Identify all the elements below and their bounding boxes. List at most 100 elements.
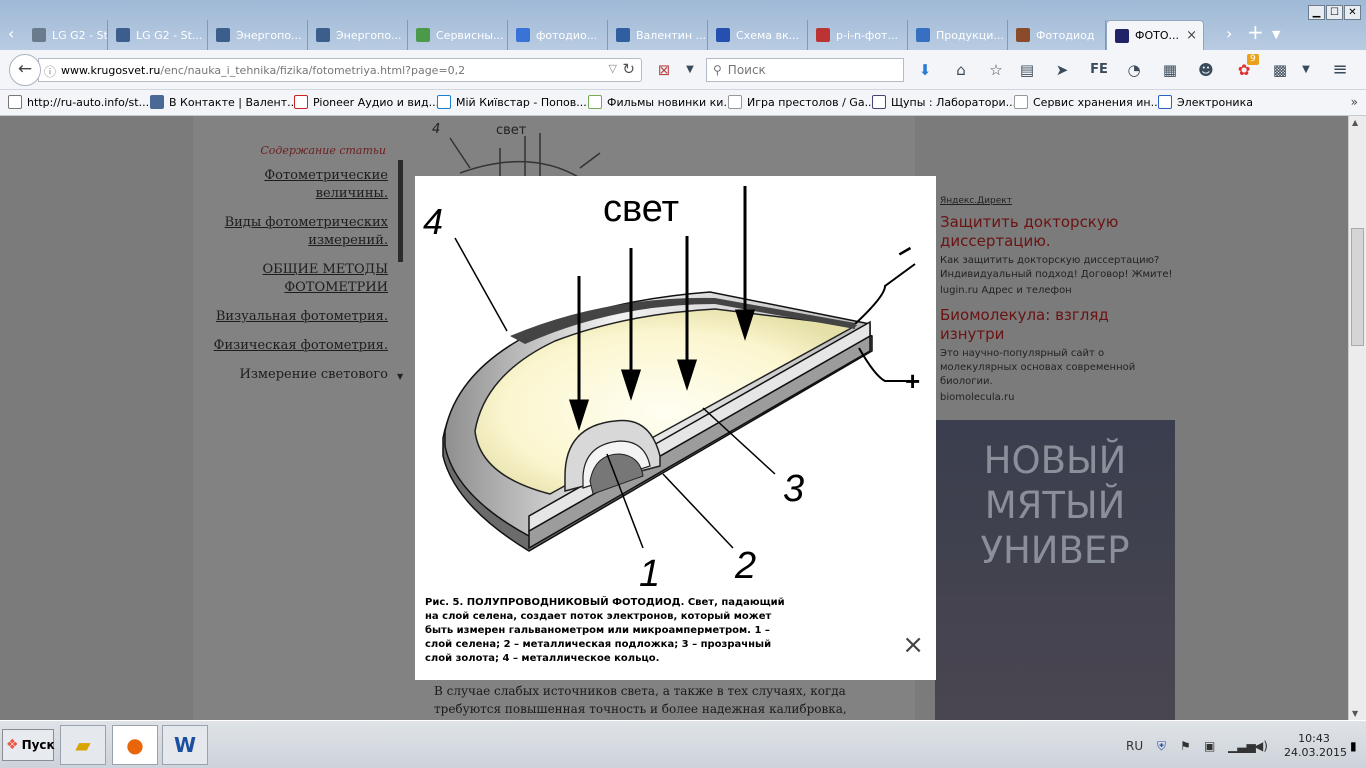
url-dropdown-icon[interactable]: ▽: [609, 62, 617, 75]
word-taskbar-button[interactable]: W: [162, 725, 208, 765]
toc-item[interactable]: Фотометрические величины.: [193, 167, 388, 203]
minimize-button[interactable]: ▁: [1308, 5, 1325, 20]
site-info-icon[interactable]: ⓘ: [44, 63, 56, 80]
bookmark-item[interactable]: В Контакте | Валент...: [150, 95, 298, 109]
page-scrollbar[interactable]: ▲ ▼: [1348, 116, 1366, 720]
toc-scrollbar[interactable]: [398, 160, 403, 262]
tabs-scroll-left-icon[interactable]: ‹: [8, 24, 14, 43]
four-icon: [116, 28, 130, 42]
ad-item[interactable]: Биомолекула: взгляд изнутри Это научно-по…: [935, 306, 1175, 403]
chat-icon[interactable]: ☻: [1196, 60, 1216, 80]
tab[interactable]: фотодио...: [508, 20, 608, 50]
ad-banner[interactable]: НОВЫЙ МЯТЫЙ УНИВЕР: [935, 420, 1175, 720]
send-icon[interactable]: ➤: [1052, 60, 1072, 80]
device-icon[interactable]: ▣: [1204, 739, 1215, 753]
clock[interactable]: 10:43 24.03.2015: [1284, 732, 1347, 760]
bookmark-star-icon[interactable]: ☆: [986, 60, 1006, 80]
tab-list-icon[interactable]: ▼: [1272, 28, 1280, 41]
toc-item[interactable]: Физическая фотометрия.: [193, 337, 388, 355]
fe-button[interactable]: FE: [1084, 60, 1114, 80]
close-window-button[interactable]: ✕: [1344, 5, 1361, 20]
bookmark-item[interactable]: http://ru-auto.info/st...: [8, 95, 149, 109]
reload-icon[interactable]: ↻: [622, 60, 635, 78]
shield-icon[interactable]: ⛨: [1157, 739, 1166, 754]
ad-title[interactable]: Биомолекула: взгляд изнутри: [940, 306, 1175, 344]
toc-item[interactable]: Измерение светового: [193, 366, 389, 384]
tab-label: фотодио...: [536, 28, 598, 42]
scroll-thumb[interactable]: [1351, 228, 1364, 346]
new-tab-icon[interactable]: +: [1247, 20, 1264, 44]
tab[interactable]: Валентин ...: [608, 20, 708, 50]
reader-icon[interactable]: ▦: [1160, 60, 1180, 80]
explorer-taskbar-button[interactable]: ▰: [60, 725, 106, 765]
volume-icon[interactable]: ◀): [1254, 739, 1268, 753]
search-icon: ⚲: [713, 63, 722, 77]
search-box[interactable]: ⚲ Поиск: [706, 58, 904, 82]
pioneer-icon: [294, 95, 308, 109]
history-icon[interactable]: ◔: [1124, 60, 1144, 80]
menu-icon[interactable]: ≡: [1330, 60, 1350, 80]
flag-icon[interactable]: ⚑: [1180, 739, 1191, 753]
bookmark-item[interactable]: Мій Київстар - Попов...: [437, 95, 587, 109]
show-desktop-icon[interactable]: ▮: [1350, 739, 1357, 753]
bookmark-label: Игра престолов / Ga...: [747, 95, 876, 109]
ad-title[interactable]: Защитить докторскую диссертацию.: [940, 213, 1175, 251]
bookmark-label: http://ru-auto.info/st...: [27, 95, 150, 109]
scroll-down-icon[interactable]: ▼: [1352, 709, 1358, 718]
toc-item[interactable]: Визуальная фотометрия.: [193, 308, 388, 326]
downloads-icon[interactable]: ⬇: [915, 60, 935, 80]
tab[interactable]: Схема вк...: [708, 20, 808, 50]
addon-dropdown-icon[interactable]: ▼: [1296, 60, 1316, 80]
tab-label: LG G2 - St...: [52, 28, 108, 42]
back-button[interactable]: ←: [9, 54, 41, 86]
ad-sidebar: Яндекс.Директ Защитить докторскую диссер…: [935, 196, 1175, 413]
tab-bar: ▁ ☐ ✕ ‹ LG G2 - St... LG G2 - St... Энерго…: [0, 0, 1366, 50]
bookmark-item[interactable]: Pioneer Аудио и вид...: [294, 95, 439, 109]
clock-time: 10:43: [1298, 732, 1330, 745]
blocked-content-icon[interactable]: ⊠: [654, 60, 674, 80]
tab[interactable]: LG G2 - St...: [108, 20, 208, 50]
four-icon: [216, 28, 230, 42]
bookmark-item[interactable]: Электроника: [1158, 95, 1253, 109]
bookmarks-list-icon[interactable]: ▤: [1017, 60, 1037, 80]
tab[interactable]: p-i-n-фот...: [808, 20, 908, 50]
bookmark-item[interactable]: Сервис хранения ин...: [1014, 95, 1161, 109]
toc-item[interactable]: ОБЩИЕ МЕТОДЫ ФОТОМЕТРИИ: [193, 261, 389, 297]
bookmark-item[interactable]: Фильмы новинки ки...: [588, 95, 734, 109]
tabs-scroll-right-icon[interactable]: ›: [1226, 24, 1232, 43]
toc-scroll-down-icon[interactable]: ▼: [397, 372, 403, 381]
network-icon[interactable]: ▁▃▅: [1228, 739, 1256, 753]
electronics-icon: [1158, 95, 1172, 109]
tab[interactable]: Энергопо...: [208, 20, 308, 50]
close-tab-icon[interactable]: ×: [1186, 28, 1197, 43]
tab-label: Схема вк...: [736, 28, 800, 42]
yandex-direct-label[interactable]: Яндекс.Директ: [940, 196, 1175, 206]
table-of-contents: Содержание статьи Фотометрические величи…: [193, 128, 408, 395]
tab[interactable]: Сервисны...: [408, 20, 508, 50]
bookmark-item[interactable]: Щупы : Лаборатори...: [872, 95, 1016, 109]
address-bar[interactable]: www.krugosvet.ru/enc/nauka_i_tehnika/fiz…: [38, 58, 642, 82]
tab[interactable]: LG G2 - St...: [24, 20, 108, 50]
bookmark-item[interactable]: Игра престолов / Ga...: [728, 95, 875, 109]
tab[interactable]: Фотодиод: [1008, 20, 1106, 50]
figure-plus-label: +: [905, 366, 920, 396]
close-lightbox-button[interactable]: ×: [902, 632, 924, 658]
scroll-up-icon[interactable]: ▲: [1352, 118, 1358, 127]
maximize-button[interactable]: ☐: [1326, 5, 1343, 20]
toc-item[interactable]: Виды фотометрических измерений.: [193, 214, 388, 250]
bookmark-label: Сервис хранения ин...: [1033, 95, 1162, 109]
bookmark-label: Электроника: [1177, 95, 1253, 109]
tab[interactable]: ФОТО... ×: [1106, 20, 1204, 50]
language-indicator[interactable]: RU: [1126, 739, 1143, 753]
google-icon: [516, 28, 530, 42]
blocked-dropdown-icon[interactable]: ▼: [680, 60, 700, 80]
ad-item[interactable]: Защитить докторскую диссертацию. Как защи…: [935, 213, 1175, 296]
home-icon[interactable]: ⌂: [951, 60, 971, 80]
start-button[interactable]: ❖ Пуск: [2, 729, 55, 761]
firefox-taskbar-button[interactable]: ●: [112, 725, 158, 765]
tab[interactable]: Энергопо...: [308, 20, 408, 50]
addon-grid-icon[interactable]: ▩: [1270, 60, 1290, 80]
bookmarks-more-icon[interactable]: »: [1351, 95, 1358, 109]
background-figure-sketch: [449, 133, 601, 178]
tab[interactable]: Продукци...: [908, 20, 1008, 50]
